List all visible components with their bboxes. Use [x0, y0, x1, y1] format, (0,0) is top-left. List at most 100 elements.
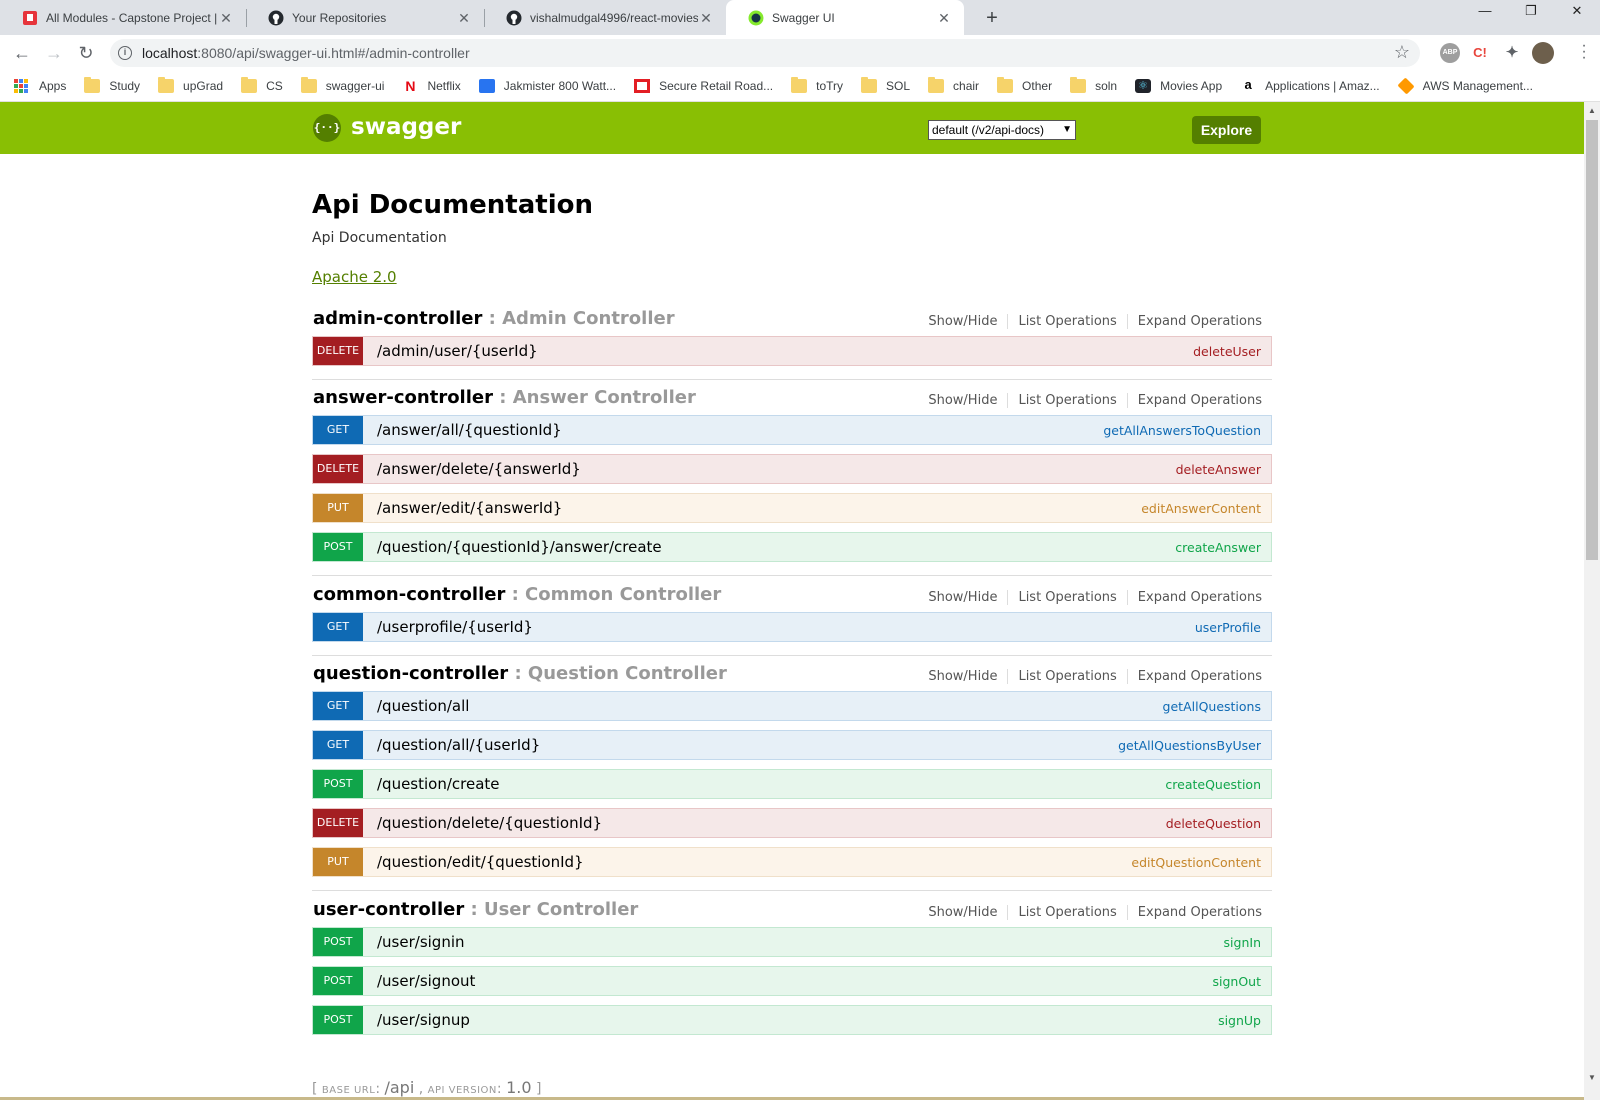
- http-method-badge[interactable]: DELETE: [313, 337, 363, 365]
- show-hide-link[interactable]: Show/Hide: [918, 314, 1009, 329]
- operation-nickname[interactable]: userProfile: [1195, 620, 1261, 635]
- operation-nickname[interactable]: deleteUser: [1193, 344, 1261, 359]
- controller-title[interactable]: question-controller: [313, 663, 508, 684]
- list-operations-link[interactable]: List Operations: [1008, 314, 1128, 329]
- controller-title[interactable]: answer-controller: [313, 387, 493, 408]
- controller-title[interactable]: common-controller: [313, 584, 505, 605]
- controller-name[interactable]: question-controller : Question Controlle…: [313, 663, 727, 684]
- controller-name[interactable]: common-controller : Common Controller: [313, 584, 721, 605]
- operation-path[interactable]: /question/all: [377, 697, 1163, 715]
- operation-path[interactable]: /question/{questionId}/answer/create: [377, 538, 1175, 556]
- operation-path[interactable]: /question/all/{userId}: [377, 736, 1118, 754]
- http-method-badge[interactable]: PUT: [313, 848, 363, 876]
- bookmark-swagger-ui[interactable]: swagger-ui: [300, 77, 384, 93]
- show-hide-link[interactable]: Show/Hide: [918, 590, 1009, 605]
- extensions-puzzle-icon[interactable]: ✦: [1502, 43, 1522, 63]
- operation-path[interactable]: /user/signout: [377, 972, 1212, 990]
- expand-operations-link[interactable]: Expand Operations: [1128, 393, 1262, 408]
- site-info-icon[interactable]: i: [118, 46, 132, 60]
- controller-name[interactable]: answer-controller : Answer Controller: [313, 387, 696, 408]
- restore-window-icon[interactable]: ❐: [1508, 0, 1554, 30]
- extension-c-icon[interactable]: C!: [1470, 43, 1490, 63]
- http-method-badge[interactable]: DELETE: [313, 455, 363, 483]
- show-hide-link[interactable]: Show/Hide: [918, 669, 1009, 684]
- expand-operations-link[interactable]: Expand Operations: [1128, 314, 1262, 329]
- minimize-window-icon[interactable]: —: [1462, 0, 1508, 30]
- bookmark-apps[interactable]: Apps: [14, 79, 66, 93]
- operation-row[interactable]: POST/question/{questionId}/answer/create…: [312, 532, 1272, 562]
- operation-nickname[interactable]: createAnswer: [1175, 540, 1261, 555]
- operation-row[interactable]: PUT/question/edit/{questionId} editQuesti…: [312, 847, 1272, 877]
- show-hide-link[interactable]: Show/Hide: [918, 905, 1009, 920]
- bookmark-netflix[interactable]: N Netflix: [402, 79, 460, 93]
- http-method-badge[interactable]: POST: [313, 533, 363, 561]
- operation-row[interactable]: POST/user/signup signUp: [312, 1005, 1272, 1035]
- bookmark-amazon[interactable]: a Applications | Amaz...: [1240, 78, 1380, 93]
- close-icon[interactable]: ✕: [936, 10, 952, 26]
- bookmark-cs[interactable]: CS: [241, 77, 283, 93]
- expand-operations-link[interactable]: Expand Operations: [1128, 590, 1262, 605]
- expand-operations-link[interactable]: Expand Operations: [1128, 905, 1262, 920]
- explore-button[interactable]: Explore: [1192, 116, 1261, 144]
- reload-icon[interactable]: ↻: [72, 39, 100, 67]
- browser-menu-icon[interactable]: · · ·: [1580, 38, 1588, 66]
- bookmark-sol[interactable]: SOL: [861, 77, 910, 93]
- browser-tab-react-movies[interactable]: vishalmudgal4996/react-movies- ✕: [484, 0, 726, 35]
- bookmark-aws[interactable]: AWS Management...: [1397, 77, 1533, 95]
- bookmark-jakmister[interactable]: Jakmister 800 Watt...: [478, 79, 616, 93]
- operation-path[interactable]: /userprofile/{userId}: [377, 618, 1195, 636]
- http-method-badge[interactable]: POST: [313, 928, 363, 956]
- list-operations-link[interactable]: List Operations: [1008, 393, 1128, 408]
- http-method-badge[interactable]: GET: [313, 416, 363, 444]
- operation-nickname[interactable]: signIn: [1224, 935, 1261, 950]
- api-spec-select[interactable]: default (/v2/api-docs) ▼: [928, 120, 1076, 140]
- operation-row[interactable]: GET/userprofile/{userId} userProfile: [312, 612, 1272, 642]
- operation-path[interactable]: /question/edit/{questionId}: [377, 853, 1131, 871]
- controller-name[interactable]: admin-controller : Admin Controller: [313, 308, 675, 329]
- http-method-badge[interactable]: PUT: [313, 494, 363, 522]
- list-operations-link[interactable]: List Operations: [1008, 590, 1128, 605]
- http-method-badge[interactable]: POST: [313, 770, 363, 798]
- bookmark-star-icon[interactable]: ☆: [1394, 42, 1410, 63]
- controller-title[interactable]: admin-controller: [313, 308, 482, 329]
- http-method-badge[interactable]: POST: [313, 1006, 363, 1034]
- scroll-down-icon[interactable]: ▼: [1588, 1073, 1596, 1082]
- operation-row[interactable]: POST/question/create createQuestion: [312, 769, 1272, 799]
- operation-row[interactable]: GET/question/all getAllQuestions: [312, 691, 1272, 721]
- show-hide-link[interactable]: Show/Hide: [918, 393, 1009, 408]
- operation-row[interactable]: DELETE/admin/user/{userId} deleteUser: [312, 336, 1272, 366]
- operation-row[interactable]: PUT/answer/edit/{answerId} editAnswerCont…: [312, 493, 1272, 523]
- new-tab-button[interactable]: +: [978, 4, 1006, 32]
- close-window-icon[interactable]: ✕: [1554, 0, 1600, 30]
- operation-nickname[interactable]: editQuestionContent: [1131, 855, 1261, 870]
- close-icon[interactable]: ✕: [218, 10, 234, 26]
- controller-title[interactable]: user-controller: [313, 899, 464, 920]
- operation-nickname[interactable]: getAllAnswersToQuestion: [1103, 423, 1261, 438]
- operation-row[interactable]: GET/answer/all/{questionId} getAllAnswers…: [312, 415, 1272, 445]
- operation-nickname[interactable]: deleteAnswer: [1176, 462, 1261, 477]
- list-operations-link[interactable]: List Operations: [1008, 669, 1128, 684]
- close-icon[interactable]: ✕: [698, 10, 714, 26]
- operation-path[interactable]: /user/signin: [377, 933, 1224, 951]
- operation-nickname[interactable]: signUp: [1218, 1013, 1261, 1028]
- url-text[interactable]: localhost:8080/api/swagger-ui.html#/admi…: [142, 45, 470, 61]
- license-link[interactable]: Apache 2.0: [312, 268, 397, 286]
- bookmark-other[interactable]: Other: [997, 77, 1052, 93]
- operation-nickname[interactable]: editAnswerContent: [1141, 501, 1261, 516]
- operation-path[interactable]: /answer/edit/{answerId}: [377, 499, 1141, 517]
- scrollbar-thumb[interactable]: [1586, 120, 1598, 560]
- operation-nickname[interactable]: getAllQuestionsByUser: [1118, 738, 1261, 753]
- operation-row[interactable]: GET/question/all/{userId} getAllQuestions…: [312, 730, 1272, 760]
- http-method-badge[interactable]: GET: [313, 692, 363, 720]
- bookmark-secure-retail[interactable]: Secure Retail Road...: [634, 79, 773, 93]
- swagger-logo-text[interactable]: swagger: [351, 114, 461, 140]
- profile-avatar[interactable]: [1532, 42, 1554, 64]
- browser-tab-swagger-active[interactable]: Swagger UI ✕: [726, 0, 964, 35]
- operation-row[interactable]: DELETE/question/delete/{questionId} delet…: [312, 808, 1272, 838]
- bookmark-movies-app[interactable]: ⚛ Movies App: [1135, 79, 1222, 93]
- page-scrollbar[interactable]: ▲ ▼: [1584, 102, 1600, 1100]
- operation-path[interactable]: /question/delete/{questionId}: [377, 814, 1166, 832]
- address-bar[interactable]: i localhost:8080/api/swagger-ui.html#/ad…: [110, 39, 1420, 67]
- operation-row[interactable]: POST/user/signin signIn: [312, 927, 1272, 957]
- bookmark-soln[interactable]: soln: [1070, 77, 1117, 93]
